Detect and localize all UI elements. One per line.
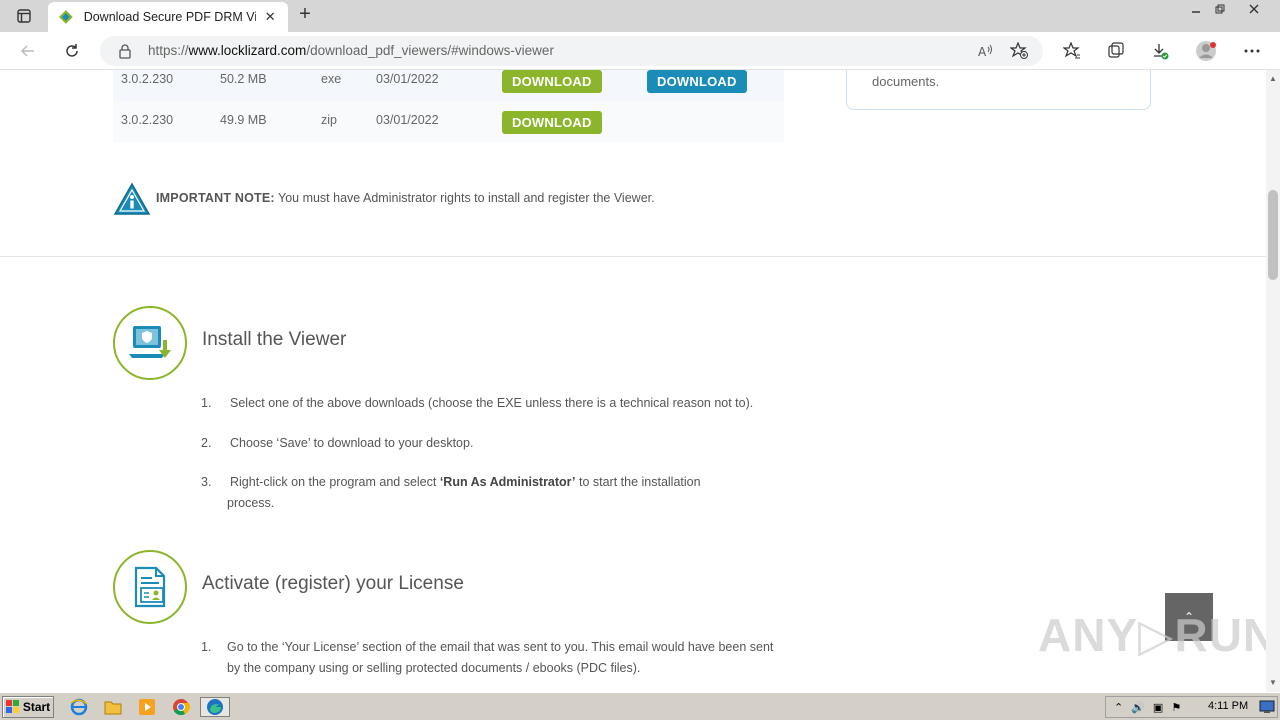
chrome-taskbar-icon[interactable]	[170, 697, 192, 717]
size-cell: 49.9 MB	[220, 113, 267, 127]
back-arrow-icon[interactable]	[16, 39, 40, 63]
taskbar-clock[interactable]: 4:11 PM	[1208, 700, 1248, 712]
system-tray: ⌃ 🔊 ▣ ⚑	[1105, 696, 1278, 718]
new-tab-button[interactable]: +	[294, 4, 316, 26]
downloads-table: 3.0.2.230 50.2 MB exe 03/01/2022 DOWNLOA…	[113, 70, 784, 142]
license-document-icon	[113, 550, 187, 624]
window-close-button[interactable]	[1232, 0, 1276, 18]
tab-title: Download Secure PDF DRM Viewer	[83, 10, 257, 24]
more-menu-icon[interactable]	[1240, 39, 1264, 63]
windows-logo-icon	[5, 700, 19, 713]
note-text: You must have Administrator rights to in…	[278, 191, 655, 205]
type-cell: zip	[321, 113, 337, 127]
flag-icon[interactable]: ⚑	[1171, 701, 1181, 714]
info-triangle-icon	[113, 182, 151, 215]
url-text[interactable]: https://www.locklizard.com/download_pdf_…	[148, 43, 554, 58]
scrollbar-thumb[interactable]	[1268, 190, 1278, 280]
install-viewer-icon	[113, 306, 187, 380]
ie-taskbar-icon[interactable]	[68, 697, 90, 717]
edge-taskbar-icon[interactable]	[200, 697, 230, 717]
important-note: IMPORTANT NOTE: You must have Administra…	[113, 182, 793, 216]
window-minimize-button[interactable]	[1184, 0, 1208, 18]
side-info-card: documents.	[846, 70, 1151, 110]
collections-icon[interactable]	[1104, 39, 1128, 63]
network-icon[interactable]: ▣	[1153, 701, 1163, 714]
table-row: 3.0.2.230 49.9 MB zip 03/01/2022 DOWNLOA…	[113, 101, 784, 142]
anyrun-watermark: ANY▷RUN	[1038, 609, 1266, 661]
scroll-up-arrow-icon[interactable]: ▲	[1266, 72, 1280, 86]
start-button[interactable]: Start	[2, 696, 54, 718]
refresh-icon[interactable]	[60, 39, 84, 63]
profile-avatar-icon[interactable]	[1194, 39, 1218, 63]
page-scrollbar[interactable]: ▲ ▼	[1266, 70, 1280, 692]
section-divider	[0, 256, 1266, 257]
download-exe-button[interactable]: DOWNLOAD	[502, 70, 602, 93]
version-cell: 3.0.2.230	[121, 72, 174, 86]
folder-taskbar-icon[interactable]	[102, 697, 124, 717]
address-bar[interactable]: https://www.locklizard.com/download_pdf_…	[100, 36, 1043, 66]
os-taskbar: Start ⌃ 🔊 ▣ ⚑ 4:11 PM	[0, 692, 1280, 720]
show-desktop-icon[interactable]	[1256, 697, 1278, 717]
add-favorite-icon[interactable]	[1008, 40, 1030, 62]
volume-icon[interactable]: 🔊	[1131, 701, 1145, 714]
locklizard-favicon-icon	[58, 10, 73, 24]
side-card-text: documents.	[872, 74, 940, 89]
tray-expand-icon[interactable]: ⌃	[1114, 701, 1123, 714]
download-zip-button[interactable]: DOWNLOAD	[502, 111, 602, 134]
install-section-title: Install the Viewer	[202, 329, 347, 350]
media-player-taskbar-icon[interactable]	[136, 697, 158, 717]
download-alt-button[interactable]: DOWNLOAD	[647, 70, 747, 93]
size-cell: 50.2 MB	[220, 72, 267, 86]
activate-section-title: Activate (register) your License	[202, 573, 464, 594]
svg-text:A: A	[978, 45, 987, 59]
browser-tab-bar: Download Secure PDF DRM Viewer ✕ +	[0, 0, 1280, 32]
read-aloud-icon[interactable]: A	[974, 40, 996, 62]
favorites-icon[interactable]	[1060, 39, 1084, 63]
note-label: IMPORTANT NOTE:	[156, 191, 275, 205]
downloads-icon[interactable]	[1148, 39, 1172, 63]
date-cell: 03/01/2022	[376, 72, 439, 86]
version-cell: 3.0.2.230	[121, 113, 174, 127]
browser-tab[interactable]: Download Secure PDF DRM Viewer ✕	[48, 2, 288, 32]
scroll-down-arrow-icon[interactable]: ▼	[1266, 676, 1280, 690]
table-row: 3.0.2.230 50.2 MB exe 03/01/2022 DOWNLOA…	[113, 70, 784, 101]
tab-close-icon[interactable]: ✕	[262, 9, 278, 25]
date-cell: 03/01/2022	[376, 113, 439, 127]
web-page: 3.0.2.230 50.2 MB exe 03/01/2022 DOWNLOA…	[0, 70, 1266, 692]
lock-icon[interactable]	[118, 43, 132, 59]
type-cell: exe	[321, 72, 342, 86]
window-restore-button[interactable]	[1208, 0, 1232, 18]
tab-actions-icon[interactable]	[8, 4, 40, 28]
browser-toolbar: https://www.locklizard.com/download_pdf_…	[0, 32, 1280, 70]
